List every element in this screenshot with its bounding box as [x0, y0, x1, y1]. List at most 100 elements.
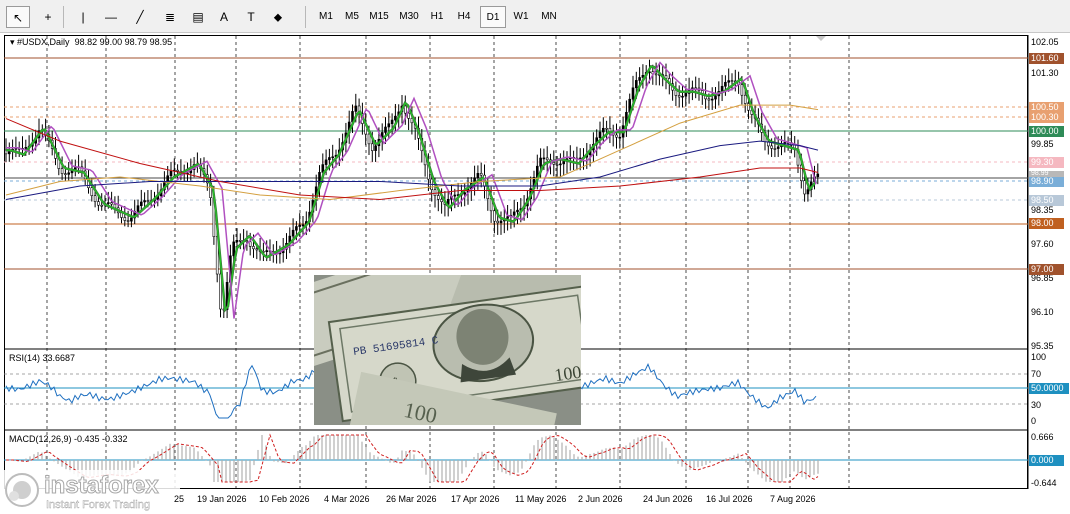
candle-body: [806, 189, 810, 195]
candle-body: [235, 240, 239, 243]
candle-body: [776, 146, 780, 149]
date-axis-label: 17 Apr 2026: [451, 494, 500, 504]
candle-body: [90, 187, 94, 196]
candle-body: [146, 200, 150, 202]
symbol-label: #USDX,Daily: [17, 37, 70, 47]
macd-title: MACD(12,26,9) -0.435 -0.332: [9, 434, 128, 444]
price-level-tag: 98.50: [1029, 195, 1064, 206]
instaforex-logo: instaforex Instant Forex Trading: [0, 470, 180, 514]
svg-text:100: 100: [553, 362, 581, 386]
candle-body: [248, 241, 252, 247]
date-axis-label: 10 Feb 2026: [259, 494, 310, 504]
price-level-tag: 98.00: [1029, 218, 1064, 229]
price-level-tag: 101.60: [1029, 53, 1064, 64]
ma-200-line: [5, 140, 819, 200]
candle-body: [542, 157, 546, 160]
collapse-arrow-icon[interactable]: ▾: [10, 37, 17, 47]
chart-title: ▾ #USDX,Daily 98.82 99.00 98.79 98.95: [10, 37, 172, 48]
candle-body: [291, 229, 295, 237]
candle-body: [707, 98, 711, 101]
price-tick-label: 102.05: [1031, 37, 1059, 47]
candle-body: [559, 163, 562, 166]
candle-body: [60, 168, 64, 174]
brand-tagline: Instant Forex Trading: [46, 499, 150, 511]
candle-body: [239, 240, 242, 242]
candle-body: [136, 205, 140, 212]
price-level-tag: 100.00: [1029, 126, 1064, 137]
candle-body: [100, 204, 103, 207]
price-tick-label: 95.35: [1031, 341, 1054, 351]
date-axis-label: 16 Jul 2026: [706, 494, 753, 504]
candle-body: [24, 147, 28, 149]
candle-body: [232, 241, 235, 257]
candle-body: [403, 105, 407, 114]
candle-body: [545, 157, 549, 161]
rsi-tick-label: 70: [1031, 369, 1042, 379]
candle-body: [605, 127, 608, 130]
candle-body: [107, 202, 110, 204]
price-tick-label: 98.35: [1031, 205, 1054, 215]
candle-body: [394, 115, 397, 121]
price-tick-label: 97.60: [1031, 239, 1054, 249]
price-level-tag: 98.90: [1029, 176, 1064, 187]
candle-body: [384, 126, 387, 133]
price-tick-label: 101.30: [1031, 68, 1059, 78]
dollar-bills-photo: $ PB 51695814 C 100 100: [314, 275, 581, 425]
date-axis-label: 7 Aug 2026: [770, 494, 816, 504]
candle-body: [265, 250, 269, 253]
candle-body: [555, 163, 559, 166]
ohlc-readout: 98.82 99.00 98.79 98.95: [74, 37, 173, 47]
chart-canvas[interactable]: [0, 0, 1070, 514]
candle-body: [654, 73, 658, 76]
date-axis-label: 24 Jun 2026: [643, 494, 693, 504]
candle-body: [618, 136, 622, 139]
candle-body: [710, 98, 714, 101]
date-axis-label: 25: [174, 494, 185, 504]
candle-body: [453, 194, 457, 197]
candle-body: [638, 77, 641, 81]
candle-body: [816, 173, 820, 178]
rsi-tick-label: 100: [1031, 352, 1047, 362]
price-level-tag: 97.00: [1029, 264, 1064, 275]
date-axis-label: 19 Jan 2026: [197, 494, 247, 504]
price-tick-label: 96.10: [1031, 307, 1054, 317]
brand-name: instaforex: [44, 472, 160, 500]
candle-body: [252, 246, 255, 250]
candle-body: [562, 161, 566, 165]
candle-body: [743, 94, 747, 104]
candle-body: [387, 123, 391, 128]
candle-body: [694, 87, 698, 90]
candle-body: [634, 80, 638, 89]
price-level-tag: 98.99: [1029, 171, 1064, 177]
candle-body: [684, 93, 688, 97]
date-axis-label: 26 Mar 2026: [386, 494, 437, 504]
macd-tick-label: 0.000: [1029, 455, 1064, 466]
candle-body: [730, 80, 734, 82]
candle-body: [374, 145, 377, 151]
candle-body: [727, 80, 731, 83]
candle-body: [433, 189, 437, 196]
candle-body: [440, 198, 443, 203]
chart-shift-marker: [816, 36, 826, 41]
ma-fast-line: [6, 64, 817, 313]
candle-body: [677, 95, 681, 98]
price-level-tag: 100.30: [1029, 112, 1064, 123]
candle-body: [328, 157, 331, 161]
candle-body: [720, 85, 724, 92]
candle-body: [512, 211, 516, 216]
candle-body: [367, 133, 371, 145]
candle-body: [126, 220, 130, 222]
candle-body: [601, 127, 605, 133]
rsi-tick-label: 0: [1031, 416, 1037, 426]
macd-tick-label: -0.644: [1031, 478, 1057, 488]
candle-body: [714, 95, 717, 100]
candle-body: [143, 200, 146, 203]
candle-body: [615, 134, 618, 138]
candle-body: [539, 157, 542, 167]
date-axis-label: 2 Jun 2026: [578, 494, 623, 504]
candle-body: [110, 202, 113, 205]
candle-body: [354, 105, 358, 112]
candle-body: [298, 224, 302, 227]
rsi-tick-label: 30: [1031, 400, 1042, 410]
candle-body: [724, 81, 727, 87]
